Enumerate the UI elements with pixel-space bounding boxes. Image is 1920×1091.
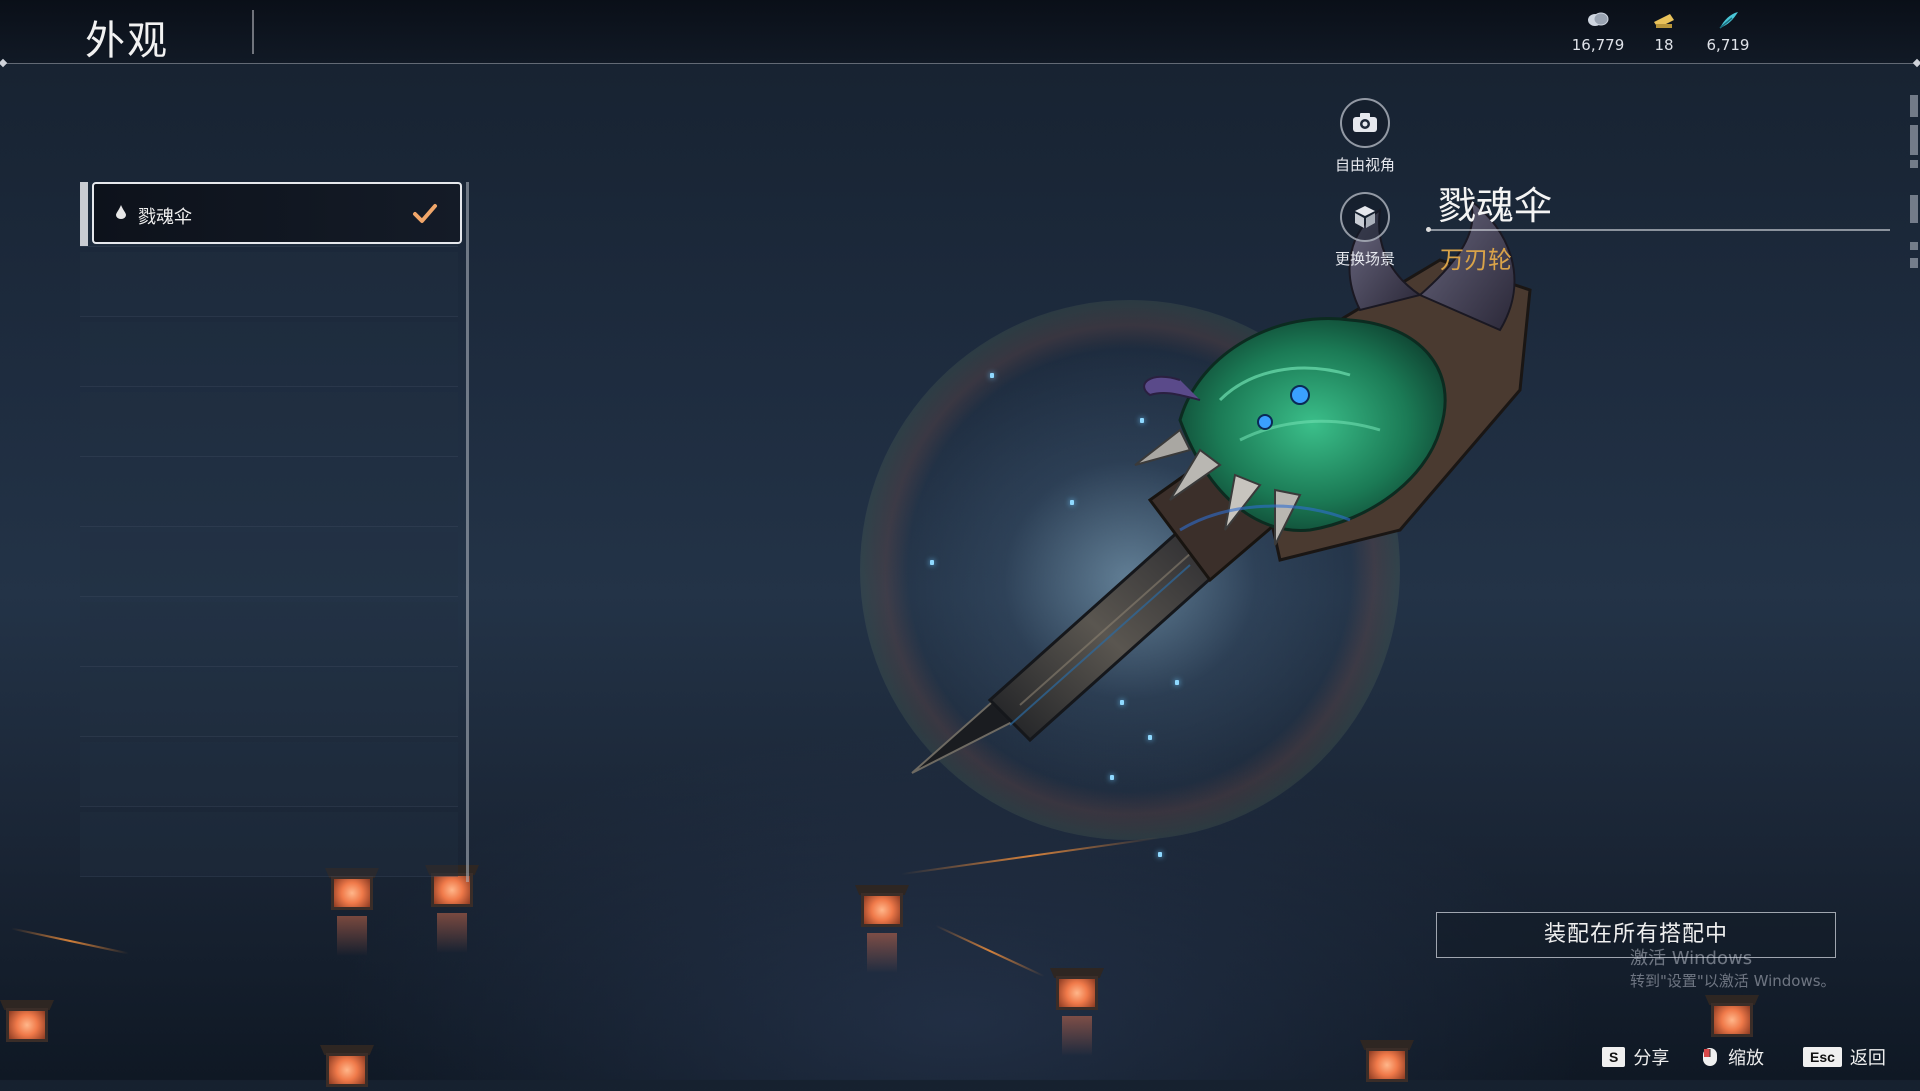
key-esc: Esc bbox=[1803, 1047, 1842, 1067]
lantern bbox=[1050, 968, 1104, 1056]
lantern bbox=[1360, 1040, 1414, 1086]
scroll-marker bbox=[1910, 160, 1918, 168]
drop-icon bbox=[116, 205, 126, 219]
ember-streak bbox=[935, 924, 1045, 978]
share-hint[interactable]: S 分享 bbox=[1602, 1044, 1669, 1070]
sparkle bbox=[1120, 700, 1124, 705]
change-scene-label: 更换场景 bbox=[1334, 250, 1395, 268]
scroll-marker bbox=[1910, 258, 1918, 268]
ticket-icon bbox=[1654, 14, 1674, 28]
top-divider bbox=[0, 58, 1920, 68]
sparkle bbox=[930, 560, 934, 565]
share-label: 分享 bbox=[1633, 1048, 1670, 1069]
back-label: 返回 bbox=[1849, 1048, 1886, 1069]
lantern bbox=[855, 885, 909, 973]
sparkle bbox=[1110, 775, 1114, 780]
item-name-divider bbox=[1426, 227, 1890, 232]
list-slot bbox=[80, 812, 458, 877]
activation-watermark-title: 激活 Windows bbox=[1630, 948, 1753, 969]
list-slot bbox=[80, 532, 458, 597]
list-slot bbox=[80, 322, 458, 387]
lantern bbox=[1705, 995, 1759, 1041]
activation-watermark-text: 转到"设置"以激活 Windows。 bbox=[1630, 972, 1836, 990]
free-view-button[interactable]: 自由视角 bbox=[1310, 98, 1420, 175]
page-title: 外观 bbox=[85, 18, 169, 64]
list-item-label: 戮魂伞 bbox=[138, 207, 192, 228]
scroll-marker bbox=[1910, 125, 1918, 155]
sparkle bbox=[990, 373, 994, 378]
zoom-hint[interactable]: 缩放 bbox=[1700, 1044, 1764, 1070]
feather-icon bbox=[1719, 12, 1738, 29]
list-accent-bar bbox=[80, 182, 88, 246]
lantern bbox=[320, 1045, 374, 1091]
camera-icon bbox=[1353, 113, 1377, 132]
sparkle bbox=[1140, 418, 1144, 423]
zoom-icon bbox=[1703, 1048, 1717, 1066]
lantern bbox=[0, 1000, 54, 1046]
list-slot bbox=[80, 602, 458, 667]
zoom-label: 缩放 bbox=[1728, 1048, 1764, 1069]
item-type: 万刃轮 bbox=[1440, 246, 1512, 274]
back-hint[interactable]: Esc 返回 bbox=[1803, 1044, 1886, 1070]
skin-list: 戮魂伞 bbox=[80, 182, 469, 952]
list-slot bbox=[80, 252, 458, 317]
scroll-marker bbox=[1910, 95, 1918, 117]
item-name: 戮魂伞 bbox=[1438, 184, 1553, 228]
list-item-selected[interactable]: 戮魂伞 bbox=[92, 182, 462, 244]
sparkle bbox=[1070, 500, 1074, 505]
sparkle bbox=[1175, 680, 1179, 685]
key-s: S bbox=[1602, 1047, 1626, 1067]
weapon-model[interactable] bbox=[880, 200, 1640, 800]
list-scrollbar[interactable] bbox=[466, 182, 469, 882]
cube-icon bbox=[1355, 206, 1375, 228]
ember-streak bbox=[901, 836, 1159, 876]
scroll-marker bbox=[1910, 242, 1918, 250]
list-slot bbox=[80, 742, 458, 807]
title-separator bbox=[252, 10, 254, 54]
list-slot bbox=[80, 672, 458, 737]
scroll-marker bbox=[1910, 195, 1918, 223]
change-scene-button[interactable]: 更换场景 bbox=[1310, 192, 1420, 269]
sparkle bbox=[1158, 852, 1162, 857]
list-slot bbox=[80, 392, 458, 457]
coin-icon bbox=[1588, 12, 1609, 26]
sparkle bbox=[1148, 735, 1152, 740]
currency-value: 6,719 bbox=[1706, 36, 1750, 54]
free-view-label: 自由视角 bbox=[1334, 156, 1395, 174]
list-slot bbox=[80, 462, 458, 527]
currency-feathers: 6,719 bbox=[1688, 10, 1768, 54]
check-icon bbox=[413, 204, 437, 223]
